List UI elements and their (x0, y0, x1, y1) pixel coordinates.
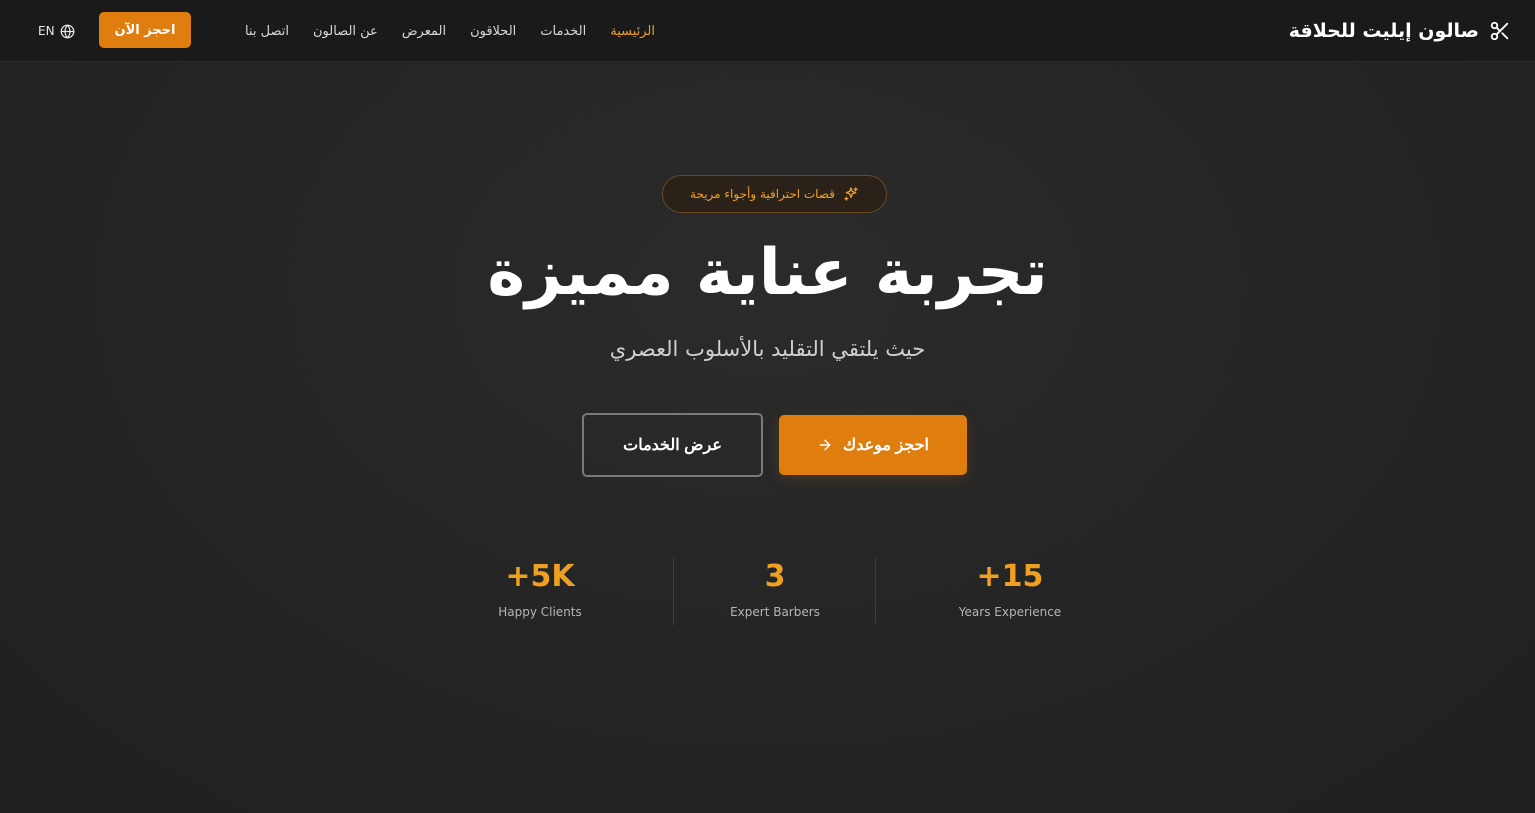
hero-badge-text: قصات احترافية وأجواء مريحة (690, 187, 835, 201)
view-services-button[interactable]: عرض الخدمات (582, 413, 763, 477)
book-appointment-button[interactable]: احجز موعدك (779, 415, 967, 475)
brand-logo[interactable]: صالون إيليت للحلاقة (1289, 0, 1511, 62)
scissors-icon (1489, 20, 1511, 42)
stat-divider (673, 557, 674, 625)
globe-icon (60, 24, 75, 39)
nav-link-gallery[interactable]: المعرض (402, 24, 446, 39)
view-services-label: عرض الخدمات (623, 437, 722, 454)
stat-value: +15 (976, 559, 1044, 594)
sparkle-icon (843, 186, 859, 202)
language-label: EN (38, 24, 55, 38)
main-nav: الرئيسية الخدمات الحلاقون المعرض عن الصا… (245, 0, 655, 62)
hero-badge: قصات احترافية وأجواء مريحة (662, 175, 887, 213)
top-navbar: صالون إيليت للحلاقة الرئيسية الخدمات الح… (0, 0, 1535, 62)
book-appointment-label: احجز موعدك (843, 437, 929, 454)
nav-link-about[interactable]: عن الصالون (313, 24, 378, 39)
stat-label: Years Experience (958, 605, 1062, 619)
nav-link-contact[interactable]: اتصل بنا (245, 24, 289, 39)
stat-value: +5K (505, 559, 575, 594)
nav-link-services[interactable]: الخدمات (540, 24, 586, 39)
language-switcher[interactable]: EN (38, 0, 75, 62)
arrow-right-icon (817, 437, 833, 453)
stat-years-experience: +15 Years Experience (940, 555, 1080, 627)
book-now-button[interactable]: احجز الآن (99, 12, 191, 48)
nav-link-barbers[interactable]: الحلاقون (470, 24, 516, 39)
brand-name: صالون إيليت للحلاقة (1288, 20, 1479, 42)
nav-link-home[interactable]: الرئيسية (610, 24, 655, 39)
stat-happy-clients: +5K Happy Clients (470, 555, 610, 627)
stat-value: 3 (764, 559, 786, 594)
hero-title: تجربة عناية مميزة (487, 236, 1048, 310)
stat-label: Happy Clients (498, 605, 582, 619)
stat-label: Expert Barbers (730, 605, 820, 619)
stat-expert-barbers: 3 Expert Barbers (705, 555, 845, 627)
stat-divider (875, 557, 876, 625)
hero-subtitle: حيث يلتقي التقليد بالأسلوب العصري (609, 337, 926, 361)
